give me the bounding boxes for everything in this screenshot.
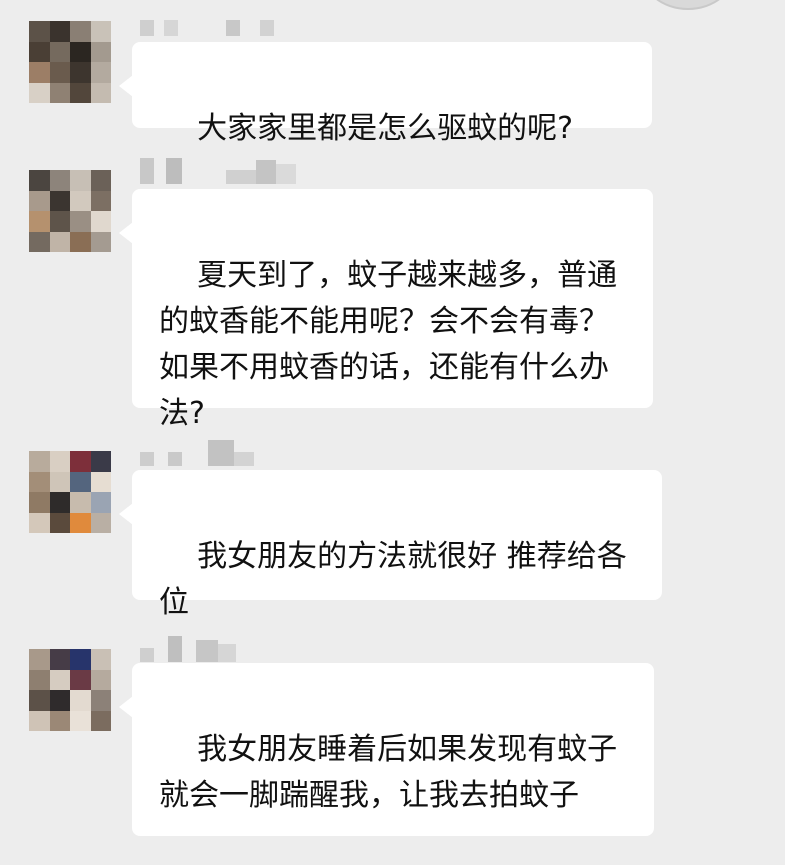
avatar-pixel — [90, 21, 111, 42]
avatar-pixel — [70, 471, 91, 492]
message-bubble[interactable]: 我女朋友的方法就很好 推荐给各位 — [119, 470, 662, 620]
avatar-pixel — [70, 190, 91, 211]
sender-name-blurred — [140, 10, 274, 36]
avatar-pixel — [90, 82, 111, 103]
avatar-pixel — [29, 211, 50, 232]
avatar-pixel — [49, 82, 70, 103]
avatar-pixel — [90, 231, 111, 252]
avatar-pixel — [49, 710, 70, 731]
avatar-pixel — [70, 669, 91, 690]
avatar-pixel — [90, 170, 111, 191]
avatar-pixel — [70, 649, 91, 670]
avatar-pixel — [29, 170, 50, 191]
avatar-pixel — [29, 471, 50, 492]
avatar[interactable] — [29, 170, 111, 252]
avatar-pixel — [49, 669, 70, 690]
message-bubble[interactable]: 夏天到了，蚊子越来越多，普通的蚊香能不能用呢？会不会有毒？如果不用蚊香的话，还能… — [119, 189, 653, 431]
avatar-pixel — [90, 512, 111, 533]
sender-name-blurred — [140, 440, 254, 466]
message-text: 我女朋友睡着后如果发现有蚊子就会一脚踹醒我，让我去拍蚊子 — [159, 732, 618, 813]
avatar-pixel — [70, 211, 91, 232]
avatar-pixel — [29, 669, 50, 690]
avatar-pixel — [70, 21, 91, 42]
avatar-pixel — [49, 211, 70, 232]
message-text: 大家家里都是怎么驱蚊的呢? — [197, 111, 574, 146]
corner-round-button[interactable] — [640, 0, 736, 10]
avatar-pixel — [29, 62, 50, 83]
message-bubble[interactable]: 大家家里都是怎么驱蚊的呢? — [119, 42, 652, 146]
avatar-pixel — [49, 170, 70, 191]
sender-name-blurred — [140, 636, 236, 662]
avatar-pixel — [70, 451, 91, 472]
avatar-pixel — [29, 190, 50, 211]
avatar-pixel — [90, 451, 111, 472]
avatar-pixel — [29, 649, 50, 670]
avatar-pixel — [70, 231, 91, 252]
avatar-pixel — [49, 62, 70, 83]
avatar-pixel — [70, 512, 91, 533]
avatar-pixel — [49, 231, 70, 252]
avatar[interactable] — [29, 649, 111, 731]
avatar-pixel — [29, 41, 50, 62]
avatar-pixel — [90, 471, 111, 492]
avatar-pixel — [90, 62, 111, 83]
avatar-pixel — [90, 710, 111, 731]
avatar-pixel — [49, 471, 70, 492]
avatar-pixel — [90, 669, 111, 690]
avatar-pixel — [90, 649, 111, 670]
avatar-pixel — [49, 690, 70, 711]
avatar-pixel — [49, 451, 70, 472]
avatar-pixel — [49, 492, 70, 513]
avatar-pixel — [29, 82, 50, 103]
avatar-pixel — [49, 41, 70, 62]
avatar-pixel — [70, 62, 91, 83]
avatar-pixel — [49, 21, 70, 42]
avatar-pixel — [90, 690, 111, 711]
message-text: 我女朋友的方法就很好 推荐给各位 — [159, 539, 627, 620]
message-text: 夏天到了，蚊子越来越多，普通的蚊香能不能用呢？会不会有毒？如果不用蚊香的话，还能… — [159, 258, 618, 431]
avatar-pixel — [29, 231, 50, 252]
avatar[interactable] — [29, 451, 111, 533]
avatar-pixel — [70, 492, 91, 513]
avatar-pixel — [29, 21, 50, 42]
avatar-pixel — [70, 41, 91, 62]
avatar-pixel — [29, 710, 50, 731]
avatar-pixel — [90, 492, 111, 513]
avatar-pixel — [29, 451, 50, 472]
avatar-pixel — [29, 512, 50, 533]
avatar-pixel — [49, 649, 70, 670]
sender-name-blurred — [140, 158, 296, 184]
avatar-pixel — [49, 512, 70, 533]
avatar-pixel — [70, 82, 91, 103]
avatar-pixel — [70, 690, 91, 711]
avatar-pixel — [90, 190, 111, 211]
avatar-pixel — [49, 190, 70, 211]
avatar-pixel — [90, 211, 111, 232]
avatar-pixel — [70, 710, 91, 731]
avatar-pixel — [70, 170, 91, 191]
avatar-pixel — [29, 492, 50, 513]
avatar[interactable] — [29, 21, 111, 103]
avatar-pixel — [90, 41, 111, 62]
message-bubble[interactable]: 我女朋友睡着后如果发现有蚊子就会一脚踹醒我，让我去拍蚊子 — [119, 663, 654, 836]
avatar-pixel — [29, 690, 50, 711]
